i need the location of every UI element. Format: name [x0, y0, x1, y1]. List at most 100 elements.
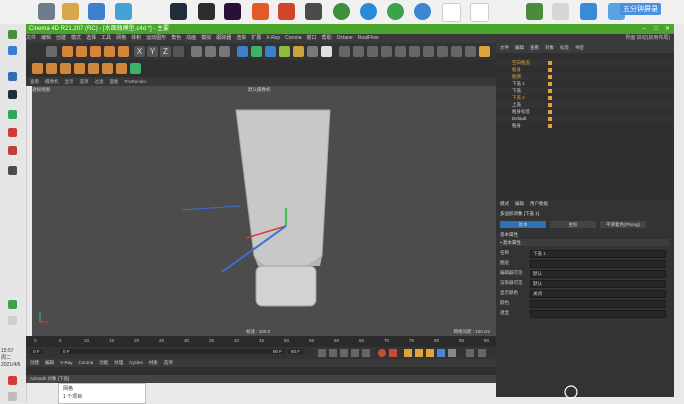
timeline[interactable]: 0 5 10 15 20 25 30 35 40 45 50 55 60 65 70 75 80 85 90	[26, 336, 496, 347]
material-menu-item[interactable]: 创建	[30, 360, 39, 365]
viewport-menu-item[interactable]: ProRender	[125, 79, 147, 84]
wechat-icon[interactable]	[8, 110, 17, 119]
cinema4d-icon[interactable]	[170, 3, 187, 20]
timeline-option-icon[interactable]	[478, 349, 486, 357]
deformer-icon[interactable]	[279, 46, 290, 57]
array-icon[interactable]	[265, 46, 276, 57]
object-row[interactable]: 上盖	[496, 101, 674, 108]
cube-icon[interactable]	[237, 46, 248, 57]
light-icon[interactable]	[321, 46, 332, 57]
premiere-icon[interactable]	[224, 3, 241, 20]
menu-item[interactable]: 模拟	[201, 35, 211, 41]
key-icon[interactable]	[415, 349, 423, 357]
material-menu-item[interactable]: 选项	[164, 360, 173, 365]
tool-icon[interactable]	[465, 46, 476, 57]
menu-item[interactable]: 跟踪器	[216, 35, 231, 41]
move-tool-icon[interactable]	[62, 46, 73, 57]
object-tag-icon[interactable]	[548, 89, 552, 93]
object-tag-icon[interactable]	[548, 96, 552, 100]
tool-icon[interactable]	[409, 46, 420, 57]
tool-icon[interactable]	[32, 63, 43, 74]
render-view-icon[interactable]	[205, 46, 216, 57]
menu-item[interactable]: Corona	[285, 35, 301, 41]
max-frame-field[interactable]: 90 F	[288, 349, 304, 354]
minimize-button[interactable]: –	[643, 24, 646, 34]
key-icon[interactable]	[404, 349, 412, 357]
app-icon[interactable]	[305, 3, 322, 20]
chrome-icon[interactable]	[333, 3, 350, 20]
object-row[interactable]: 下盖 1	[496, 80, 674, 87]
zbrush-icon[interactable]	[198, 3, 215, 20]
end-frame-field[interactable]: 90 F	[270, 349, 286, 354]
object-row[interactable]: 瓶颈	[496, 73, 674, 80]
tube-body[interactable]	[235, 109, 331, 273]
app-icon[interactable]	[8, 128, 17, 137]
object-row[interactable]: 瓶身	[496, 122, 674, 129]
attr-subsection[interactable]: • 基本属性	[500, 239, 670, 246]
object-manager-tab[interactable]: 书签	[575, 45, 584, 50]
attr-field[interactable]: 默认	[530, 270, 666, 278]
menu-item[interactable]: 创建	[56, 35, 66, 41]
tool-icon[interactable]	[130, 63, 141, 74]
tool-icon[interactable]	[353, 46, 364, 57]
app-icon[interactable]	[8, 146, 17, 155]
menu-item[interactable]: 运动图形	[146, 35, 166, 41]
viewport-menu-item[interactable]: 面板	[110, 79, 119, 84]
maximize-button[interactable]: □	[654, 24, 658, 34]
go-end-icon[interactable]	[362, 349, 370, 357]
menu-item[interactable]: 选择	[86, 35, 96, 41]
folder-icon[interactable]	[62, 3, 79, 20]
attr-subtab[interactable]: 坐标	[550, 221, 596, 228]
menu-item[interactable]: 模式	[71, 35, 81, 41]
material-menu-item[interactable]: 功能	[99, 360, 108, 365]
viewport-menu-item[interactable]: 选项	[80, 79, 89, 84]
object-row[interactable]: Default	[496, 115, 674, 122]
menu-item[interactable]: X-Ray	[266, 35, 280, 41]
tray-icon[interactable]	[8, 316, 17, 325]
tool-icon[interactable]	[88, 63, 99, 74]
attr-field[interactable]	[530, 300, 666, 308]
object-tag-icon[interactable]	[548, 124, 552, 128]
browser-icon[interactable]	[414, 3, 431, 20]
tool-icon[interactable]	[46, 63, 57, 74]
menu-item[interactable]: 动画	[186, 35, 196, 41]
tube-cap[interactable]	[255, 265, 317, 307]
viewport-menu-item[interactable]: 显示	[65, 79, 74, 84]
app-icon[interactable]	[580, 3, 597, 20]
menu-item[interactable]: 帮助	[322, 35, 332, 41]
object-tag-icon[interactable]	[548, 117, 552, 121]
chat-icon[interactable]	[8, 392, 17, 401]
material-manager[interactable]	[26, 367, 496, 375]
app-icon[interactable]	[8, 46, 17, 55]
tool-icon[interactable]	[60, 63, 71, 74]
menu-item[interactable]: 文件	[26, 35, 36, 41]
menu-item[interactable]: 窗口	[307, 35, 317, 41]
tool-icon[interactable]	[451, 46, 462, 57]
render-region-icon[interactable]	[191, 46, 202, 57]
menu-item[interactable]: 扩展	[251, 35, 261, 41]
tool-icon[interactable]	[118, 46, 129, 57]
rotate-tool-icon[interactable]	[90, 46, 101, 57]
app-icon[interactable]	[252, 3, 269, 20]
menu-item[interactable]: 角色	[171, 35, 181, 41]
tool-icon[interactable]	[367, 46, 378, 57]
viewport-menu-item[interactable]: 过滤	[95, 79, 104, 84]
object-manager-tab[interactable]: 查看	[530, 45, 539, 50]
attr-field[interactable]: 关闭	[530, 290, 666, 298]
play-icon[interactable]	[340, 349, 348, 357]
attr-field[interactable]	[530, 310, 666, 318]
menu-item[interactable]: 体积	[131, 35, 141, 41]
nurbs-icon[interactable]	[251, 46, 262, 57]
object-manager-tab[interactable]: 编辑	[515, 45, 524, 50]
app-icon[interactable]	[8, 166, 17, 175]
start-frame-field[interactable]: 0 F	[30, 349, 43, 354]
object-manager-tab[interactable]: 文件	[500, 45, 509, 50]
attr-tab[interactable]: 模式	[500, 201, 509, 206]
tool-icon[interactable]	[381, 46, 392, 57]
key-icon[interactable]	[448, 349, 456, 357]
material-menu-item[interactable]: Corona	[79, 360, 94, 365]
menu-item[interactable]: 网格	[116, 35, 126, 41]
menu-item[interactable]: Octane	[337, 35, 353, 41]
menu-item[interactable]: RealFlow	[358, 35, 379, 41]
object-row[interactable]: 空白瓶盖	[496, 59, 674, 66]
